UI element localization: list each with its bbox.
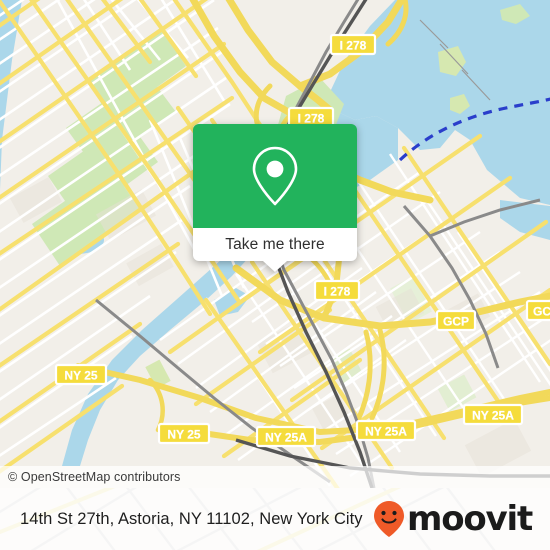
shield-ny25a-b: NY 25A: [355, 419, 417, 442]
footer-content: 14th St 27th, Astoria, NY 11102, New Yor…: [0, 488, 550, 550]
svg-text:NY 25A: NY 25A: [472, 409, 514, 423]
shield-ny25-a: NY 25: [54, 363, 108, 386]
shield-ny25a-c: NY 25A: [462, 403, 524, 426]
osm-attribution-bar: © OpenStreetMap contributors: [0, 466, 550, 488]
moovit-wordmark: moovit: [406, 499, 533, 539]
svg-text:I 278: I 278: [324, 285, 351, 299]
shield-gcp-a: GCP: [435, 309, 477, 332]
moovit-smiley-pin-icon: [373, 501, 404, 537]
map-screenshot-root: I 278 I 278 I 278 GCP GC NY 25 NY 25 NY …: [0, 0, 550, 550]
shield-i278-c: I 278: [313, 279, 361, 302]
svg-text:GCP: GCP: [533, 305, 550, 319]
location-pin-icon: [252, 146, 298, 206]
svg-text:NY 25A: NY 25A: [365, 425, 407, 439]
popup-icon-panel: [193, 124, 357, 228]
popup-tail-pointer: [263, 261, 287, 272]
popup-action-bar[interactable]: Take me there: [193, 228, 357, 261]
shield-i278-a: I 278: [329, 33, 377, 56]
map-popup-card[interactable]: Take me there: [193, 124, 357, 272]
footer-bar: 14th St 27th, Astoria, NY 11102, New Yor…: [0, 488, 550, 550]
shield-ny25a-a: NY 25A: [255, 425, 317, 448]
svg-text:NY 25: NY 25: [64, 369, 97, 383]
take-me-there-button-label: Take me there: [225, 235, 325, 253]
svg-text:I 278: I 278: [340, 39, 367, 53]
moovit-logo[interactable]: moovit: [372, 499, 540, 539]
svg-text:NY 25: NY 25: [167, 428, 200, 442]
address-label: 14th St 27th, Astoria, NY 11102, New Yor…: [20, 509, 363, 528]
shield-gcp-b: GCP: [525, 299, 550, 322]
shield-ny25-b: NY 25: [157, 422, 211, 445]
map-canvas[interactable]: I 278 I 278 I 278 GCP GC NY 25 NY 25 NY …: [0, 0, 550, 488]
svg-text:GCP: GCP: [443, 315, 469, 329]
osm-attribution-text: © OpenStreetMap contributors: [8, 470, 181, 484]
svg-text:NY 25A: NY 25A: [265, 431, 307, 445]
